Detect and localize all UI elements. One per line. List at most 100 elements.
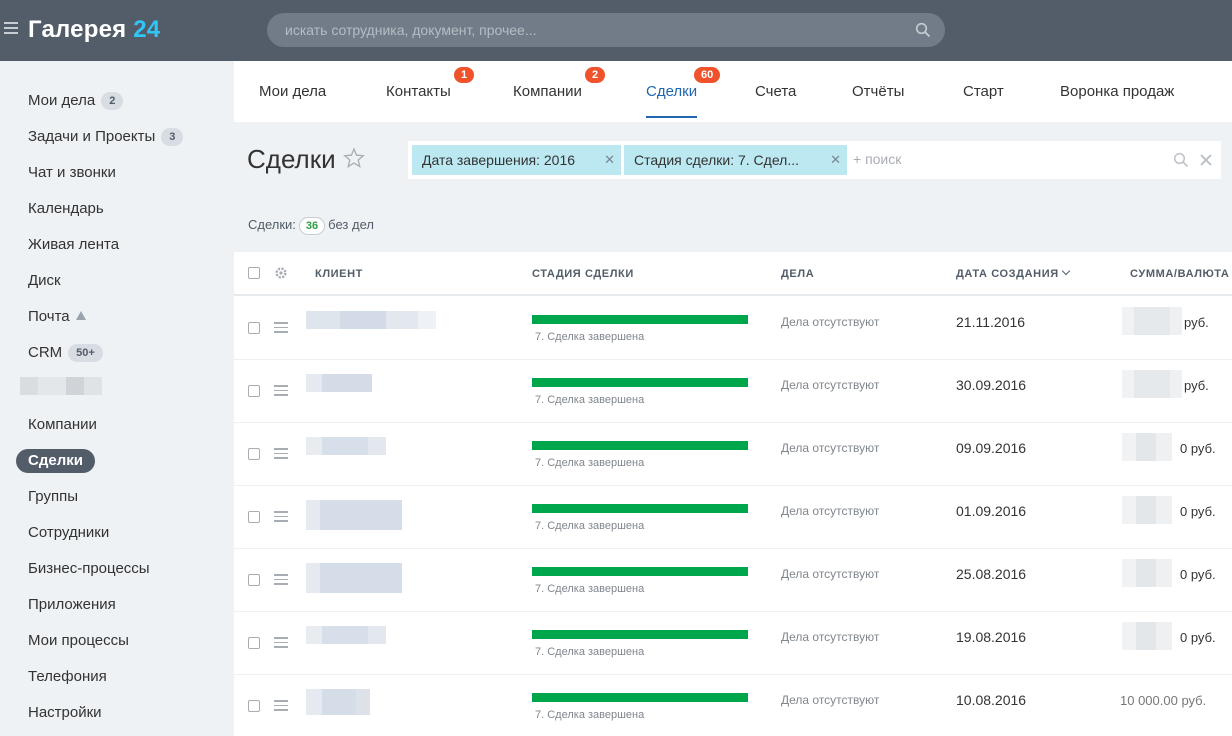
sidebar-item-chat[interactable]: Чат и звонки: [28, 161, 116, 185]
close-icon[interactable]: [1199, 153, 1213, 167]
filter-chip-date[interactable]: Дата завершения: 2016 ✕: [412, 145, 621, 175]
tab-invoices[interactable]: Счета: [755, 83, 796, 100]
sidebar-item-groups[interactable]: Группы: [28, 485, 78, 509]
sum-value: руб.: [1184, 378, 1209, 393]
client-name-redacted[interactable]: [306, 500, 402, 530]
header-deals[interactable]: ДЕЛА: [781, 268, 814, 280]
counter-suffix: без дел: [328, 217, 374, 232]
sidebar-item-label: Телефония: [28, 668, 107, 685]
row-checkbox[interactable]: [248, 511, 260, 523]
gear-icon[interactable]: [274, 266, 288, 280]
tab-deals[interactable]: Сделки 60: [646, 67, 721, 118]
client-name-redacted[interactable]: [306, 437, 386, 455]
sidebar-item-label: Диск: [28, 272, 61, 289]
client-name-redacted[interactable]: [306, 626, 386, 644]
table-row[interactable]: 7. Сделка завершена Дела отсутствуют 30.…: [234, 360, 1232, 423]
row-checkbox[interactable]: [248, 322, 260, 334]
header-created[interactable]: ДАТА СОЗДАНИЯ: [956, 266, 1070, 280]
sidebar-item-crm[interactable]: CRM 50+: [28, 341, 103, 365]
client-name-redacted[interactable]: [306, 374, 372, 392]
header-stage[interactable]: СТАДИЯ СДЕЛКИ: [532, 268, 634, 280]
drag-handle-icon[interactable]: [274, 322, 288, 333]
stage-progress-bar[interactable]: [532, 567, 748, 576]
table-row[interactable]: 7. Сделка завершена Дела отсутствуют 25.…: [234, 549, 1232, 612]
chip-close-icon[interactable]: ✕: [830, 145, 841, 175]
table-row[interactable]: 7. Сделка завершена Дела отсутствуют 21.…: [234, 297, 1232, 360]
sidebar-item-mail[interactable]: Почта: [28, 305, 86, 329]
table-row[interactable]: 7. Сделка завершена Дела отсутствуют 01.…: [234, 486, 1232, 549]
client-name-redacted[interactable]: [306, 311, 436, 329]
star-icon[interactable]: [343, 147, 365, 169]
search-icon[interactable]: [1173, 152, 1189, 168]
select-all-checkbox[interactable]: [248, 267, 260, 279]
tab-label: Сделки: [646, 83, 698, 100]
sidebar-item-bizproc[interactable]: Бизнес-процессы: [28, 557, 150, 581]
drag-handle-icon[interactable]: [274, 448, 288, 459]
row-checkbox[interactable]: [248, 574, 260, 586]
sidebar-item-disk[interactable]: Диск: [28, 269, 61, 293]
sidebar-item-label: Компании: [28, 416, 97, 433]
sidebar-item-telephony[interactable]: Телефония: [28, 665, 107, 689]
stage-label: 7. Сделка завершена: [535, 331, 645, 343]
table-row[interactable]: 7. Сделка завершена Дела отсутствуют 10.…: [234, 675, 1232, 736]
chip-close-icon[interactable]: ✕: [604, 145, 615, 175]
stage-progress-bar[interactable]: [532, 504, 748, 513]
filter-chip-stage[interactable]: Стадия сделки: 7. Сдел... ✕: [624, 145, 847, 175]
sum-value: 0 руб.: [1180, 441, 1216, 456]
header-sum[interactable]: СУММА/ВАЛЮТА: [1130, 268, 1229, 280]
sidebar-item-tasks-projects[interactable]: Задачи и Проекты 3: [28, 125, 184, 149]
sidebar-item-label: Чат и звонки: [28, 164, 116, 181]
sidebar-item-calendar[interactable]: Календарь: [28, 197, 104, 221]
row-checkbox[interactable]: [248, 637, 260, 649]
row-checkbox[interactable]: [248, 700, 260, 712]
deals-status: Дела отсутствуют: [781, 567, 880, 581]
tab-badge: 1: [454, 67, 475, 83]
drag-handle-icon[interactable]: [274, 574, 288, 585]
sidebar-item-settings[interactable]: Настройки: [28, 701, 102, 725]
drag-handle-icon[interactable]: [274, 637, 288, 648]
sidebar-item-apps[interactable]: Приложения: [28, 593, 116, 617]
filter-search-input[interactable]: + поиск: [853, 151, 901, 167]
sidebar-item-feed[interactable]: Живая лента: [28, 233, 119, 257]
row-checkbox[interactable]: [248, 448, 260, 460]
stage-label: 7. Сделка завершена: [535, 709, 645, 721]
stage-progress-bar[interactable]: [532, 693, 748, 702]
counter-prefix: Сделки:: [248, 217, 296, 232]
table-row[interactable]: 7. Сделка завершена Дела отсутствуют 09.…: [234, 423, 1232, 486]
logo[interactable]: Галерея 24: [28, 16, 160, 44]
stage-progress-bar[interactable]: [532, 441, 748, 450]
row-checkbox[interactable]: [248, 385, 260, 397]
search-icon[interactable]: [915, 22, 931, 38]
stage-progress-bar[interactable]: [532, 378, 748, 387]
sidebar-item-my-processes[interactable]: Мои процессы: [28, 629, 129, 653]
sidebar-item-label: Живая лента: [28, 236, 120, 253]
counter-badge[interactable]: 36: [298, 217, 326, 235]
table-row[interactable]: 7. Сделка завершена Дела отсутствуют 19.…: [234, 612, 1232, 675]
tab-companies[interactable]: Компании 2: [513, 67, 606, 100]
client-name-redacted[interactable]: [306, 563, 402, 593]
tab-start[interactable]: Старт: [963, 83, 1004, 100]
stage-label: 7. Сделка завершена: [535, 646, 645, 658]
header-client[interactable]: КЛИЕНТ: [315, 268, 363, 280]
stage-progress-bar[interactable]: [532, 315, 748, 324]
tab-sales-funnel[interactable]: Воронка продаж: [1060, 83, 1174, 100]
client-name-redacted[interactable]: [306, 689, 370, 715]
sidebar-item-companies[interactable]: Компании: [28, 413, 97, 437]
drag-handle-icon[interactable]: [274, 511, 288, 522]
tab-reports[interactable]: Отчёты: [852, 83, 904, 100]
tab-label: Мои дела: [259, 83, 327, 100]
sidebar-item-employees[interactable]: Сотрудники: [28, 521, 109, 545]
tab-my-tasks[interactable]: Мои дела: [259, 83, 326, 100]
menu-icon[interactable]: [4, 22, 18, 36]
sidebar-count-badge: 3: [161, 128, 184, 146]
created-date: 09.09.2016: [956, 440, 1027, 456]
drag-handle-icon[interactable]: [274, 700, 288, 711]
tab-contacts[interactable]: Контакты 1: [386, 67, 475, 100]
sidebar-item-label: Группы: [28, 488, 78, 505]
stage-progress-bar[interactable]: [532, 630, 748, 639]
created-date: 10.08.2016: [956, 692, 1027, 708]
drag-handle-icon[interactable]: [274, 385, 288, 396]
sidebar-item-deals[interactable]: Сделки: [16, 449, 95, 473]
sidebar-item-my-tasks[interactable]: Мои дела 2: [28, 89, 124, 113]
search-input[interactable]: [285, 13, 905, 47]
